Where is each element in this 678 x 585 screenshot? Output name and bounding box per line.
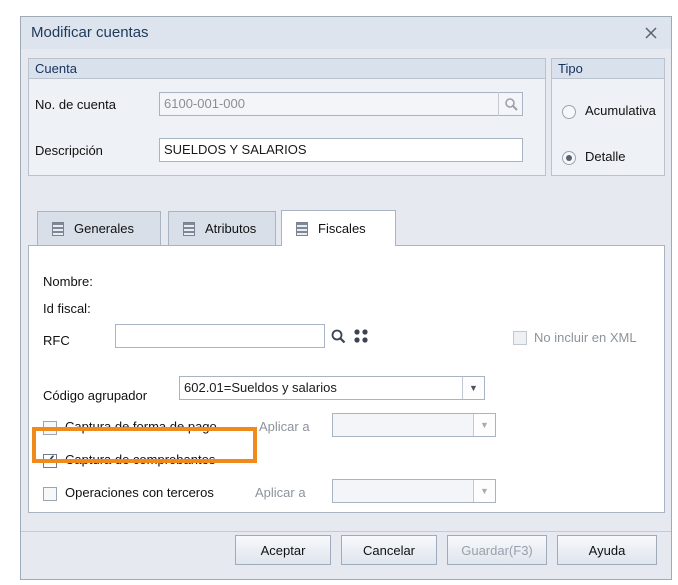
tab-atributos[interactable]: Atributos: [168, 211, 276, 245]
close-icon[interactable]: [643, 25, 659, 41]
tab-generales-label: Generales: [74, 221, 134, 236]
window-title: Modificar cuentas: [31, 24, 149, 41]
generales-tab-icon: [52, 221, 64, 236]
cancelar-button[interactable]: Cancelar: [341, 535, 437, 565]
captura-comprobantes-highlight: [32, 427, 257, 463]
no-incluir-xml-label[interactable]: No incluir en XML: [534, 330, 637, 345]
rfc-search-icon[interactable]: [326, 324, 350, 348]
grid-icon[interactable]: [349, 324, 373, 348]
modificar-cuentas-dialog: Modificar cuentas Cuenta No. de cuenta 6…: [20, 16, 672, 580]
chevron-down-icon[interactable]: ▼: [462, 377, 484, 399]
codigo-agrupador-select[interactable]: 602.01=Sueldos y salarios ▼: [179, 376, 485, 400]
tab-generales[interactable]: Generales: [37, 211, 161, 245]
tipo-heading: Tipo: [552, 59, 664, 79]
descripcion-input[interactable]: SUELDOS Y SALARIOS: [159, 138, 523, 162]
fiscales-tab-icon: [296, 221, 308, 236]
no-incluir-xml-checkbox[interactable]: [513, 331, 527, 345]
aplicar-a-label: Aplicar a: [259, 419, 310, 434]
aplicar-a-2-chevron-icon[interactable]: ▼: [473, 480, 495, 502]
operaciones-terceros-label[interactable]: Operaciones con terceros: [65, 485, 214, 500]
codigo-agrupador-value: 602.01=Sueldos y salarios: [184, 380, 337, 395]
footer-separator: [21, 531, 671, 532]
acumulativa-radio[interactable]: [562, 105, 576, 119]
tab-atributos-label: Atributos: [205, 221, 257, 236]
descripcion-value: SUELDOS Y SALARIOS: [164, 142, 307, 157]
codigo-agrupador-label: Código agrupador: [43, 388, 148, 403]
tab-fiscales-label: Fiscales: [318, 221, 366, 236]
no-cuenta-value: 6100-001-000: [164, 96, 245, 111]
aplicar-a-select[interactable]: ▼: [332, 413, 496, 437]
detalle-label[interactable]: Detalle: [585, 149, 625, 164]
no-cuenta-field[interactable]: 6100-001-000: [159, 92, 523, 116]
operaciones-terceros-checkbox[interactable]: [43, 487, 57, 501]
title-bar: Modificar cuentas: [21, 17, 671, 49]
ayuda-button[interactable]: Ayuda: [557, 535, 657, 565]
nombre-label: Nombre:: [43, 274, 93, 289]
detalle-radio[interactable]: [562, 151, 576, 165]
search-icon[interactable]: [498, 92, 522, 116]
descripcion-label: Descripción: [35, 143, 103, 158]
aplicar-a-select-2[interactable]: ▼: [332, 479, 496, 503]
cuenta-group: Cuenta No. de cuenta 6100-001-000 Descri…: [28, 58, 546, 176]
cuenta-heading: Cuenta: [29, 59, 545, 79]
aplicar-a-chevron-icon[interactable]: ▼: [473, 414, 495, 436]
rfc-input[interactable]: [115, 324, 325, 348]
tab-fiscales[interactable]: Fiscales: [281, 210, 396, 246]
tipo-group: Tipo Acumulativa Detalle: [551, 58, 665, 176]
aplicar-a-label-2: Aplicar a: [255, 485, 306, 500]
atributos-tab-icon: [183, 221, 195, 236]
acumulativa-label[interactable]: Acumulativa: [585, 103, 656, 118]
aceptar-button[interactable]: Aceptar: [235, 535, 331, 565]
rfc-label: RFC: [43, 333, 70, 348]
id-fiscal-label: Id fiscal:: [43, 301, 91, 316]
guardar-button[interactable]: Guardar(F3): [447, 535, 547, 565]
fiscales-panel: Nombre: Id fiscal: RFC No incluir en XML…: [28, 245, 665, 513]
no-cuenta-label: No. de cuenta: [35, 97, 116, 112]
